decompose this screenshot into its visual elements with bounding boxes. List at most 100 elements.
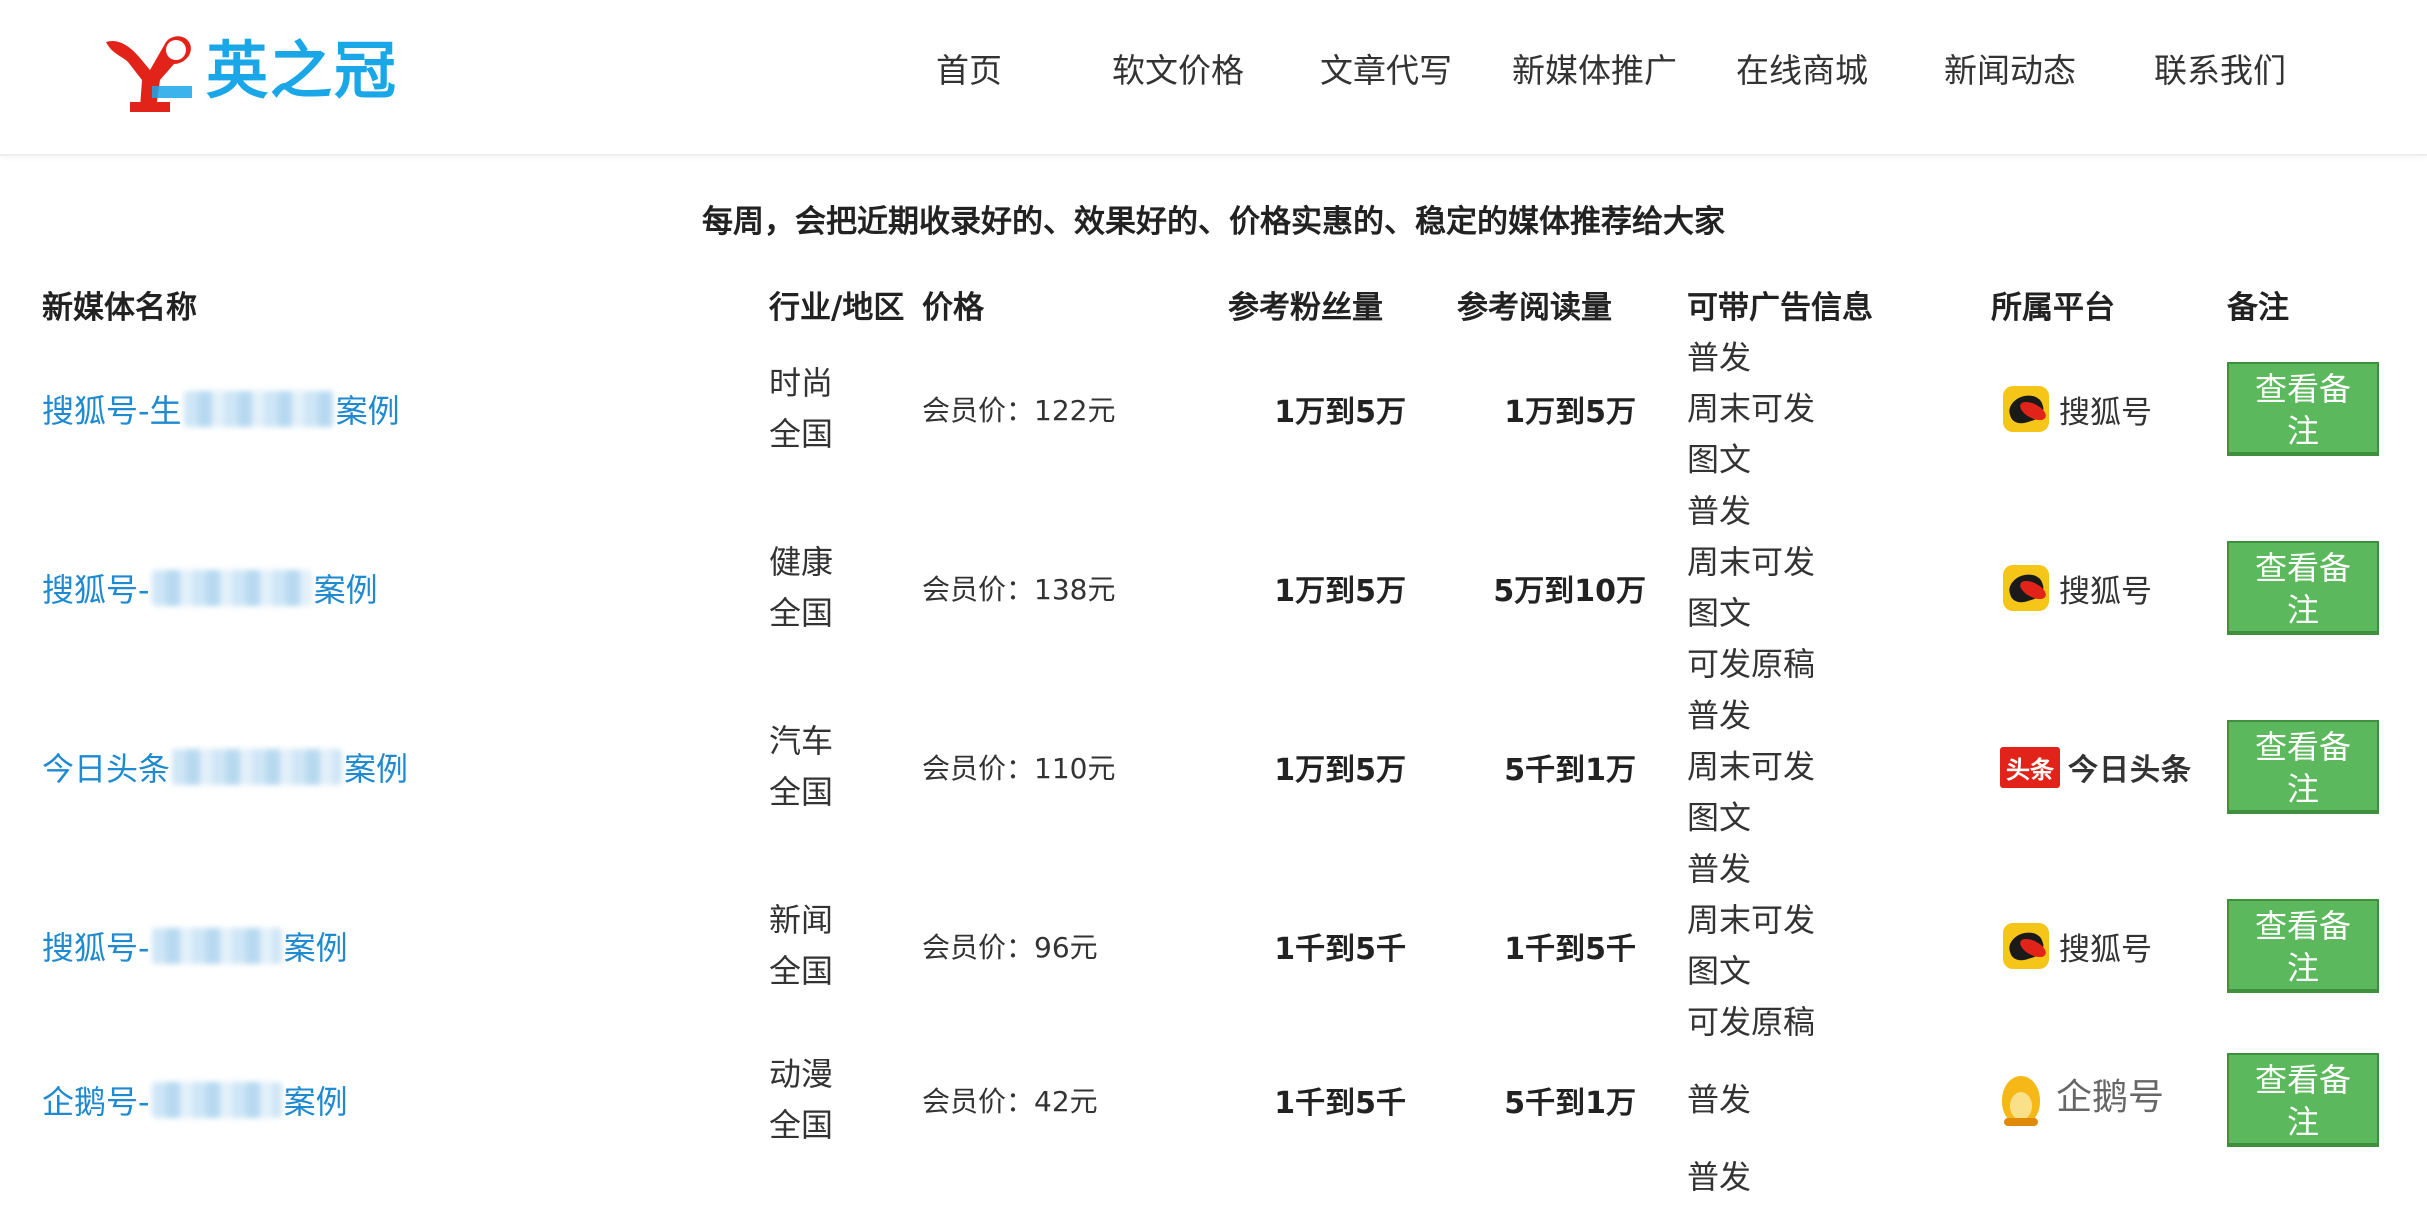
blurred-name: [151, 1082, 282, 1118]
case-label: 案例: [344, 750, 409, 788]
ad-item: 图文: [1687, 798, 1752, 837]
ad-item: 图文: [1687, 952, 1752, 990]
ad-item: 普发: [1687, 1080, 1752, 1119]
industry-region: 健康 全国: [769, 537, 833, 639]
industry: 健康: [769, 543, 834, 581]
fans-count: 1万到5万: [1274, 574, 1406, 609]
fans-count: 1千到5千: [1274, 932, 1406, 967]
price: 会员价：96元: [922, 931, 1098, 964]
industry: 新闻: [769, 901, 834, 939]
read-count: 1万到5万: [1504, 395, 1636, 430]
media-name-link[interactable]: 搜狐号- 案例: [42, 923, 348, 969]
region: 全国: [769, 1106, 834, 1144]
table-row: 普发: [0, 1152, 2427, 1215]
case-label: 案例: [313, 571, 378, 609]
fans-count: 1千到5千: [1274, 1086, 1406, 1121]
platform-name: 今日头条: [2068, 753, 2192, 788]
ad-item: 图文: [1687, 594, 1752, 632]
media-name-text: 搜狐号-: [42, 929, 150, 967]
region: 全国: [769, 952, 834, 990]
read-count: 5千到1万: [1504, 753, 1636, 788]
th-industry-region: 行业/地区: [769, 290, 905, 326]
th-media-name: 新媒体名称: [42, 290, 197, 326]
case-label: 案例: [283, 929, 348, 967]
platform-name: 搜狐号: [2059, 573, 2152, 610]
sohu-icon: [2003, 565, 2049, 611]
industry-region: 时尚 全国: [769, 358, 833, 460]
ad-item: 周末可发: [1687, 747, 1816, 786]
platform: 搜狐号: [2003, 565, 2152, 611]
ad-info: 普发: [1687, 1075, 1751, 1126]
price: 会员价：42元: [922, 1085, 1098, 1118]
nav-new-media-promotion[interactable]: 新媒体推广: [1512, 46, 1677, 96]
platform-name: 搜狐号: [2059, 394, 2152, 431]
table-row: 搜狐号-生 案例 时尚 全国 会员价：122元 1万到5万 1万到5万 普发 周…: [0, 332, 2427, 486]
media-name-link[interactable]: 今日头条 案例: [42, 744, 408, 790]
read-count: 1千到5千: [1504, 932, 1636, 967]
industry-region: 新闻 全国: [769, 895, 833, 997]
nav-article-writing[interactable]: 文章代写: [1320, 46, 1452, 96]
table-row: 搜狐号- 案例 健康 全国 会员价：138元 1万到5万 5万到10万 普发 周…: [0, 486, 2427, 690]
view-remarks-button[interactable]: 查看备注: [2227, 1053, 2379, 1147]
nav-home[interactable]: 首页: [936, 46, 1002, 96]
main-nav: 首页 软文价格 文章代写 新媒体推广 在线商城 新闻动态 联系我们: [0, 0, 2427, 154]
table-row: 今日头条 案例 汽车 全国 会员价：110元 1万到5万 5千到1万 普发 周末…: [0, 690, 2427, 844]
toutiao-icon: 头条: [2000, 746, 2060, 788]
media-name-text: 搜狐号-: [42, 571, 150, 609]
nav-contact-us[interactable]: 联系我们: [2154, 46, 2286, 96]
ad-item: 图文: [1687, 440, 1752, 479]
price: 会员价：122元: [922, 394, 1116, 427]
media-name-text: 搜狐号-生: [42, 392, 182, 430]
platform: 头条 今日头条: [2000, 745, 2192, 789]
nav-article-price[interactable]: 软文价格: [1112, 46, 1244, 96]
blurred-name: [151, 570, 312, 606]
ad-info: 普发 周末可发 图文: [1687, 691, 1815, 844]
read-count: 5千到1万: [1504, 1086, 1636, 1121]
media-name-link[interactable]: 搜狐号-生 案例: [42, 386, 400, 432]
media-name-text: 今日头条: [42, 750, 171, 788]
region: 全国: [769, 773, 834, 811]
view-remarks-button[interactable]: 查看备注: [2227, 541, 2379, 635]
price: 会员价：110元: [922, 752, 1116, 785]
blurred-name: [151, 928, 282, 964]
ad-item: 可发原稿: [1687, 645, 1816, 683]
view-remarks-button[interactable]: 查看备注: [2227, 720, 2379, 814]
platform-name: 企鹅号: [2056, 1077, 2165, 1118]
th-reads: 参考阅读量: [1457, 290, 1612, 326]
table-row: 搜狐号- 案例 新闻 全国 会员价：96元 1千到5千 1千到5千 普发 周末可…: [0, 844, 2427, 1048]
ad-item: 周末可发: [1687, 901, 1816, 939]
ad-item: 周末可发: [1687, 389, 1816, 428]
view-remarks-button[interactable]: 查看备注: [2227, 899, 2379, 993]
ad-info: 普发 周末可发 图文 可发原稿: [1687, 844, 1815, 1048]
ad-item: 普发: [1687, 492, 1752, 530]
ad-item: 普发: [1687, 850, 1752, 888]
ad-item: 普发: [1687, 696, 1752, 735]
media-name-link[interactable]: 搜狐号- 案例: [42, 565, 378, 611]
blurred-name: [172, 749, 343, 785]
table-row: 企鹅号- 案例 动漫 全国 会员价：42元 1千到5千 5千到1万 普发 企鹅号…: [0, 1048, 2427, 1152]
site-header: 英之冠 首页 软文价格 文章代写 新媒体推广 在线商城 新闻动态 联系我们: [0, 0, 2427, 156]
th-remarks: 备注: [2227, 290, 2289, 326]
th-price: 价格: [922, 290, 984, 326]
fans-count: 1万到5万: [1274, 753, 1406, 788]
view-remarks-button[interactable]: 查看备注: [2227, 362, 2379, 456]
platform: 搜狐号: [2003, 923, 2152, 969]
th-fans: 参考粉丝量: [1228, 290, 1383, 326]
media-name-text: 企鹅号-: [42, 1083, 150, 1121]
th-platform: 所属平台: [1991, 290, 2115, 326]
read-count: 5万到10万: [1493, 574, 1646, 609]
th-ad-info: 可带广告信息: [1687, 290, 1873, 326]
region: 全国: [769, 415, 834, 453]
platform-logo: 企鹅号: [2056, 1080, 2164, 1120]
nav-news[interactable]: 新闻动态: [1944, 46, 2076, 96]
sohu-icon: [2003, 923, 2049, 969]
price: 会员价：138元: [922, 573, 1116, 606]
platform-name: 搜狐号: [2059, 931, 2152, 968]
industry: 时尚: [769, 364, 834, 402]
media-name-link[interactable]: 企鹅号- 案例: [42, 1077, 348, 1123]
case-label: 案例: [335, 392, 400, 430]
blurred-name: [183, 391, 334, 427]
ad-info: 普发 周末可发 图文 可发原稿: [1687, 486, 1815, 690]
fans-count: 1万到5万: [1274, 395, 1406, 430]
nav-online-mall[interactable]: 在线商城: [1736, 46, 1868, 96]
